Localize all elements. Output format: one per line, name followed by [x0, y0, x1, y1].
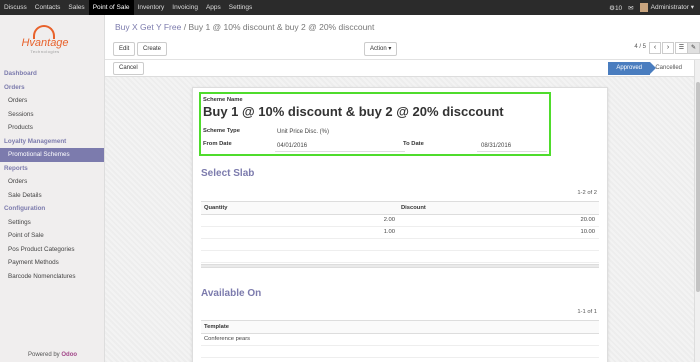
available-pager[interactable]: 1-1 of 1 — [577, 309, 597, 315]
scheme-type-label: Scheme Type — [203, 128, 240, 134]
page-scrollbar[interactable] — [694, 60, 700, 362]
template-table-header: Template — [201, 320, 599, 334]
discount-cell: 20.00 — [580, 217, 595, 223]
app-menu: Discuss Contacts Sales Point of Sale Invento… — [0, 0, 256, 15]
from-date-field[interactable]: 04/01/2016 — [277, 143, 307, 149]
scheme-type-field[interactable]: Unit Price Disc. (%) — [277, 129, 329, 135]
discount-column-header[interactable]: Discount — [401, 205, 426, 211]
top-menu-item[interactable]: Point of Sale — [88, 0, 134, 15]
notifications-indicator[interactable]: ⚙10 — [609, 4, 622, 12]
table-row[interactable]: 1.00 10.00 — [201, 227, 599, 239]
avatar — [639, 3, 648, 12]
sidebar-item[interactable]: Promotional Schemes — [0, 148, 104, 162]
top-menu-item[interactable]: Apps — [202, 0, 225, 15]
quantity-cell: 2.00 — [383, 217, 395, 223]
next-record-button[interactable]: › — [662, 42, 674, 54]
top-menu-item[interactable]: Inventory — [134, 0, 169, 15]
scheme-header-highlight: Scheme Name Buy 1 @ 10% discount & buy 2… — [199, 92, 551, 156]
slab-pager[interactable]: 1-2 of 2 — [577, 190, 597, 196]
sidebar-item[interactable]: Payment Methods — [0, 256, 104, 270]
empty-row — [201, 346, 599, 358]
quantity-cell: 1.00 — [383, 229, 395, 235]
to-date-field[interactable]: 08/31/2016 — [481, 143, 511, 149]
from-date-underline — [275, 151, 405, 152]
empty-row — [201, 239, 599, 251]
pager-value[interactable]: 4 / 5 — [634, 44, 646, 50]
breadcrumb: Buy X Get Y Free / Buy 1 @ 10% discount … — [115, 22, 374, 32]
stage-approved[interactable]: Approved — [608, 62, 656, 75]
sidebar-item[interactable]: Orders — [0, 94, 104, 108]
stage-cancelled[interactable]: Cancelled — [647, 62, 690, 75]
to-date-label: To Date — [403, 141, 424, 147]
breadcrumb-parent[interactable]: Buy X Get Y Free — [115, 22, 181, 32]
edit-button[interactable]: Edit — [113, 42, 136, 56]
powered-by: Powered by Odoo — [28, 352, 77, 358]
action-dropdown[interactable]: Action ▾ — [364, 42, 398, 56]
sidebar-item[interactable]: Configuration — [0, 202, 104, 216]
from-date-label: From Date — [203, 141, 232, 147]
sidebar-item[interactable]: Settings — [0, 216, 104, 230]
sidebar-item[interactable]: Products — [0, 121, 104, 135]
chat-icon[interactable]: ✉ — [628, 4, 633, 12]
table-footer — [201, 264, 599, 268]
breadcrumb-separator: / — [183, 22, 187, 32]
slab-table-header: Quantity Discount — [201, 201, 599, 215]
scheme-name-field[interactable]: Buy 1 @ 10% discount & buy 2 @ 20% discc… — [203, 104, 504, 119]
sidebar: Hvantage Technologies Dashboard Orders Ord… — [0, 15, 105, 362]
control-panel: Buy X Get Y Free / Buy 1 @ 10% discount … — [105, 15, 700, 60]
navbar-right: ⚙10 ✉ Administrator ▾ — [609, 0, 694, 15]
sidebar-item[interactable]: Pos Product Categories — [0, 243, 104, 257]
form-sheet: Scheme Name Buy 1 @ 10% discount & buy 2… — [192, 87, 608, 362]
sidebar-item[interactable]: Dashboard — [0, 67, 104, 81]
logo-subtitle: Technologies — [30, 49, 60, 54]
action-label: Action — [370, 46, 387, 52]
previous-record-button[interactable]: ‹ — [649, 42, 661, 54]
top-menu-item[interactable]: Settings — [225, 0, 257, 15]
template-column-header[interactable]: Template — [204, 324, 229, 330]
table-row[interactable]: 2.00 20.00 — [201, 215, 599, 227]
user-name: Administrator — [650, 4, 689, 12]
notification-count: 10 — [614, 4, 623, 12]
breadcrumb-current: Buy 1 @ 10% discount & buy 2 @ 20% discc… — [188, 22, 375, 32]
to-date-underline — [477, 151, 547, 152]
cancel-button[interactable]: Cancel — [113, 62, 144, 75]
status-bar: Cancel Approved Cancelled — [105, 60, 694, 77]
quantity-column-header[interactable]: Quantity — [204, 205, 228, 211]
available-on-title: Available On — [201, 288, 262, 299]
powered-by-text: Powered by — [28, 352, 60, 358]
top-menu-item[interactable]: Contacts — [31, 0, 65, 15]
form-view: Cancel Approved Cancelled Scheme Name Bu… — [105, 60, 694, 362]
empty-row — [201, 251, 599, 263]
logo-name: Hvantage — [21, 37, 69, 49]
sidebar-item[interactable]: Barcode Nomenclatures — [0, 270, 104, 284]
sidebar-item[interactable]: Orders — [0, 81, 104, 95]
select-slab-title: Select Slab — [201, 168, 255, 179]
sidebar-item[interactable]: Sessions — [0, 108, 104, 122]
discount-cell: 10.00 — [580, 229, 595, 235]
user-menu[interactable]: Administrator ▾ — [639, 3, 694, 12]
company-logo[interactable]: Hvantage Technologies — [15, 25, 75, 63]
sidebar-item[interactable]: Orders — [0, 175, 104, 189]
top-navbar: Discuss Contacts Sales Point of Sale Invento… — [0, 0, 700, 15]
top-menu-item[interactable]: Discuss — [0, 0, 31, 15]
scrollbar-thumb[interactable] — [696, 82, 700, 292]
top-menu-item[interactable]: Invoicing — [168, 0, 202, 15]
odoo-link[interactable]: Odoo — [61, 352, 77, 358]
sidebar-item[interactable]: Point of Sale — [0, 229, 104, 243]
sidebar-item[interactable]: Loyalty Management — [0, 135, 104, 149]
table-row[interactable]: Conference pears — [201, 334, 599, 346]
chevron-down-icon: ▾ — [388, 46, 392, 52]
create-button[interactable]: Create — [137, 42, 168, 56]
form-view-icon[interactable]: ✎ — [687, 42, 700, 54]
sidebar-menu: Dashboard Orders Orders Sessions Products Loy… — [0, 67, 104, 283]
sidebar-item[interactable]: Reports — [0, 162, 104, 176]
template-cell: Conference pears — [204, 336, 251, 342]
sidebar-item[interactable]: Sale Details — [0, 189, 104, 203]
scheme-name-label: Scheme Name — [203, 97, 243, 103]
top-menu-item[interactable]: Sales — [64, 0, 88, 15]
